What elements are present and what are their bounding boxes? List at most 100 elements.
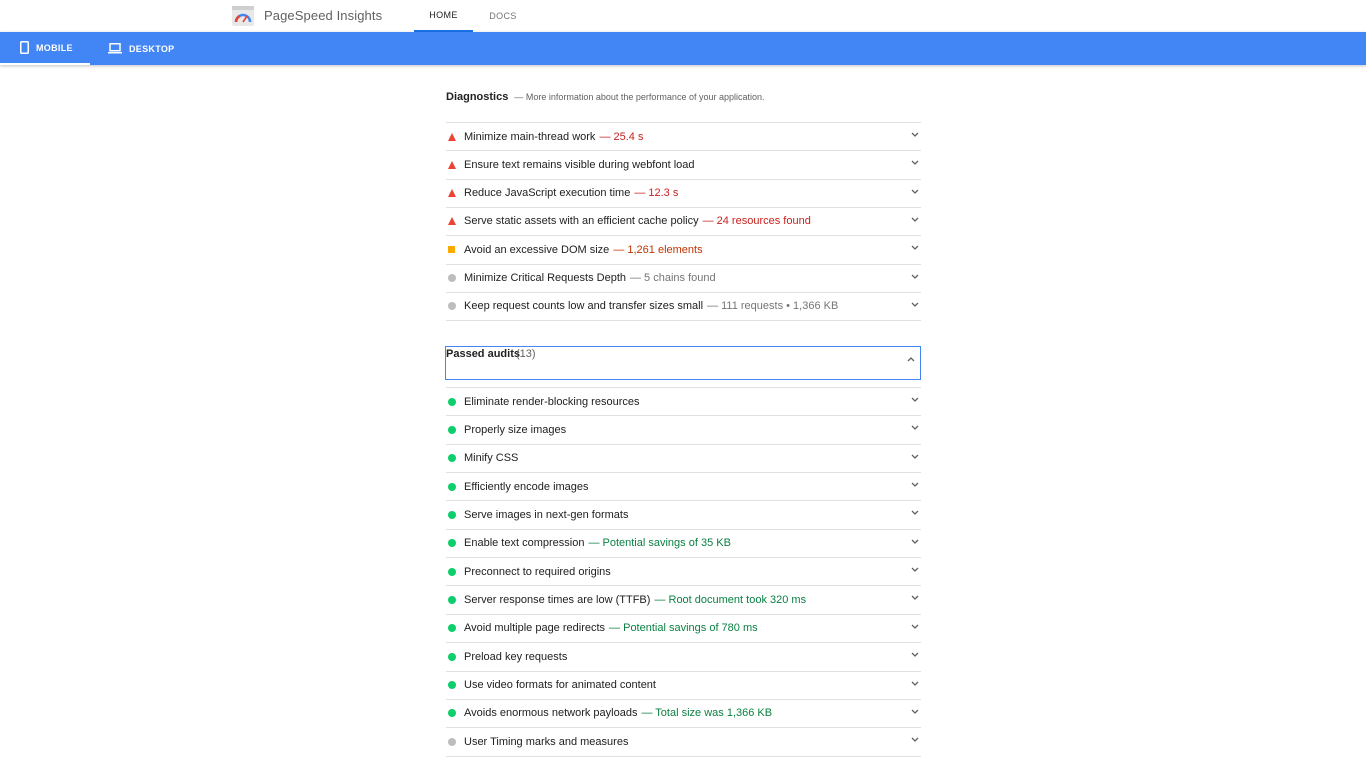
audit-label: User Timing marks and measures (464, 735, 629, 748)
passed-audits-toggle[interactable]: Passed audits (13) (445, 346, 921, 380)
chevron-down-icon (911, 274, 919, 279)
pass-circle-icon (448, 482, 456, 491)
audit-row[interactable]: Avoid multiple page redirects — Potential… (446, 613, 921, 642)
audit-status-indicator (446, 539, 464, 548)
audit-status-indicator (446, 302, 464, 311)
audit-row[interactable]: Use video formats for animated content (446, 670, 921, 699)
passed-audits-count: (13) (516, 348, 536, 360)
audit-status-indicator (446, 510, 464, 519)
audit-detail: — 24 resources found (702, 215, 811, 228)
chevron-down-icon (911, 302, 919, 307)
diagnostics-title: Diagnostics (446, 91, 509, 103)
audit-row[interactable]: Minify CSS (446, 443, 921, 472)
chevron-down-icon (911, 567, 919, 573)
audit-row[interactable]: Eliminate render-blocking resources (446, 387, 921, 415)
audit-label: Ensure text remains visible during webfo… (464, 158, 695, 171)
audit-label: Eliminate render-blocking resources (464, 395, 640, 408)
audit-row[interactable]: Ensure text remains visible during webfo… (446, 150, 921, 178)
chevron-down-icon (911, 737, 919, 743)
audit-detail: — Root document took 320 ms (654, 593, 807, 606)
device-tab-bar: MOBILE DESKTOP (0, 32, 1366, 65)
audit-label: Minimize main-thread work (464, 130, 596, 143)
audit-status-indicator (446, 246, 464, 254)
pass-circle-icon (448, 510, 456, 519)
audit-label: Reduce JavaScript execution time (464, 187, 631, 200)
chevron-down-icon (911, 217, 919, 222)
audit-label: Avoids enormous network payloads (464, 707, 638, 720)
pass-circle-icon (448, 681, 456, 689)
audit-detail: — 111 requests • 1,366 KB (707, 300, 839, 313)
chevron-down-icon (911, 709, 919, 714)
chevron-down-icon (911, 482, 919, 487)
nav-tab-docs[interactable]: DOCS (478, 0, 528, 32)
pass-circle-icon (448, 595, 456, 604)
audit-row[interactable]: User Timing marks and measures (446, 727, 921, 755)
audit-label: Avoid multiple page redirects (464, 622, 606, 635)
audit-status-indicator (446, 567, 464, 576)
audit-row[interactable]: Preload key requests (446, 642, 921, 670)
audit-row[interactable]: Minimize main-thread work — 25.4 s (446, 122, 921, 150)
audit-detail: — 12.3 s (634, 187, 679, 200)
chevron-down-icon (911, 189, 919, 194)
audit-row[interactable]: Serve static assets with an efficient ca… (446, 206, 921, 235)
list-divider (446, 320, 921, 322)
chevron-down-icon (911, 454, 919, 459)
audit-row[interactable]: Preconnect to required origins (446, 557, 921, 585)
audit-row[interactable]: Properly size images (446, 415, 921, 443)
audit-status-indicator (446, 482, 464, 491)
pass-circle-icon (448, 624, 456, 633)
audit-row[interactable]: Server response times are low (TTFB) — Ro… (446, 585, 921, 613)
pass-circle-icon (448, 709, 456, 718)
nav-tab-home[interactable]: HOME (414, 0, 473, 32)
audit-row[interactable]: Reduce JavaScript execution time — 12.3 s (446, 178, 921, 207)
diagnostics-header: Diagnostics — More information about the … (446, 91, 765, 103)
audit-row[interactable]: Efficiently encode images (446, 472, 921, 500)
audit-row[interactable]: Keep request counts low and transfer siz… (446, 291, 921, 320)
fail-triangle-icon (448, 189, 456, 198)
chevron-down-icon (911, 245, 919, 251)
app-title[interactable]: PageSpeed Insights (264, 8, 382, 23)
chevron-down-icon (911, 160, 919, 166)
audit-label: Preload key requests (464, 650, 568, 663)
pagespeed-gauge-icon[interactable] (232, 6, 254, 26)
audit-label: Minimize Critical Requests Depth (464, 272, 626, 284)
audit-detail: — 1,261 elements (613, 243, 703, 256)
chevron-down-icon (911, 397, 919, 402)
audit-detail: — Potential savings of 780 ms (609, 622, 758, 635)
audit-label: Keep request counts low and transfer siz… (464, 300, 704, 313)
audit-status-indicator (446, 681, 464, 689)
audit-status-indicator (446, 595, 464, 604)
audit-detail: — Potential savings of 35 KB (588, 537, 731, 550)
pass-circle-icon (448, 652, 456, 661)
audit-row[interactable]: Avoids enormous network payloads — Total … (446, 698, 921, 727)
tab-desktop[interactable]: DESKTOP (108, 32, 174, 65)
tab-desktop-label: DESKTOP (129, 43, 175, 54)
pass-circle-icon (448, 397, 456, 406)
audit-label: Server response times are low (TTFB) (464, 593, 651, 606)
pass-circle-icon (448, 454, 456, 463)
list-divider (446, 755, 921, 757)
audit-status-indicator (446, 737, 464, 746)
pass-circle-icon (448, 567, 456, 576)
audit-label: Use video formats for animated content (464, 679, 656, 691)
audit-label: Preconnect to required origins (464, 565, 611, 578)
audit-status-indicator (446, 709, 464, 718)
chevron-up-icon (907, 357, 915, 362)
chevron-down-icon (911, 595, 919, 601)
audit-status-indicator (446, 652, 464, 661)
audit-row[interactable]: Serve images in next-gen formats (446, 500, 921, 528)
audit-status-indicator (446, 189, 464, 198)
chevron-down-icon (911, 681, 919, 686)
audit-label: Serve static assets with an efficient ca… (464, 215, 699, 228)
fail-triangle-icon (448, 217, 456, 226)
audit-detail: — 5 chains found (630, 272, 716, 284)
audit-row[interactable]: Enable text compression — Potential savin… (446, 528, 921, 557)
audit-status-indicator (446, 624, 464, 633)
passed-audits-title: Passed audits (446, 348, 520, 360)
audit-row[interactable]: Minimize Critical Requests Depth — 5 chai… (446, 263, 921, 292)
tab-mobile[interactable]: MOBILE (0, 32, 90, 65)
diagnostics-subtitle: — More information about the performance… (514, 92, 765, 102)
chevron-down-icon (911, 539, 919, 544)
audit-row[interactable]: Avoid an excessive DOM size — 1,261 eleme… (446, 235, 921, 263)
audit-detail: — Total size was 1,366 KB (641, 707, 773, 720)
